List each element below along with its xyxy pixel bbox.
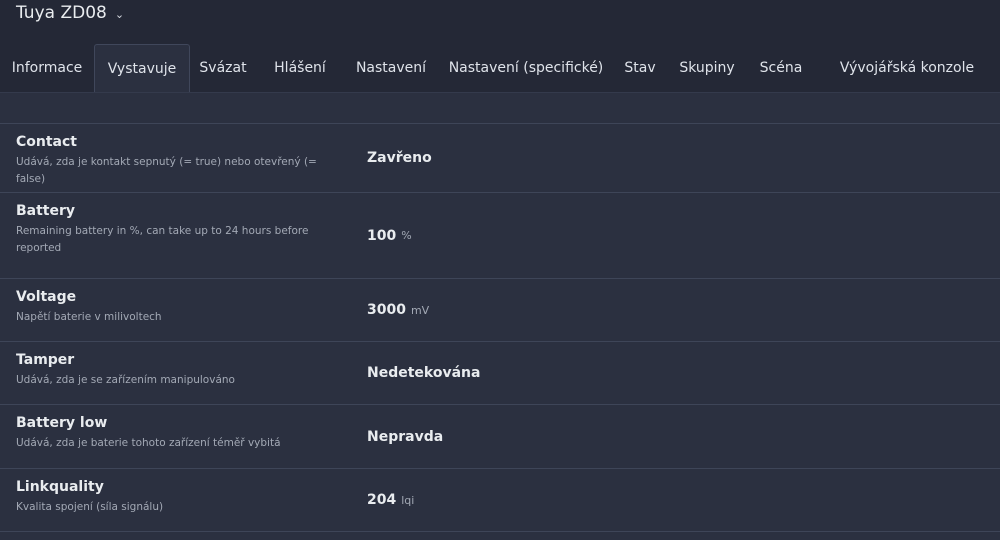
tab-bar: Informace Vystavuje Svázat Hlášení Nasta…: [0, 44, 1000, 93]
expose-name: Linkquality: [16, 479, 104, 495]
tab-vyvojarska-konzole[interactable]: Vývojářská konzole: [814, 44, 1000, 92]
expose-description: Kvalita spojení (síla signálu): [16, 501, 164, 513]
tab-skupiny[interactable]: Skupiny: [666, 44, 748, 92]
expose-value: Nepravda: [352, 405, 443, 468]
expose-row-battery: Battery Remaining battery in %, can take…: [0, 192, 1000, 278]
value-text: 100: [367, 227, 397, 244]
chevron-down-icon: ⌄: [114, 7, 125, 21]
value-text: 204: [367, 492, 397, 508]
value-unit: %: [401, 229, 412, 242]
tab-nastaveni-specificke[interactable]: Nastavení (specifické): [438, 44, 614, 92]
expose-name: Battery low: [16, 415, 108, 431]
top-bar: Tuya ZD08 ⌄: [0, 0, 1000, 44]
expose-name: Voltage: [16, 289, 77, 305]
expose-description: Napětí baterie v milivoltech: [16, 311, 162, 323]
expose-name: Tamper: [16, 352, 75, 368]
value-text: Zavřeno: [367, 150, 432, 166]
expose-row-tamper: Tamper Udává, zda je se zařízením manipu…: [0, 341, 1000, 404]
tab-svazat[interactable]: Svázat: [190, 44, 256, 92]
exposes-table: Contact Udává, zda je kontakt sepnutý (=…: [0, 123, 1000, 532]
value-unit: mV: [410, 303, 430, 317]
expose-row-battery-low: Battery low Udává, zda je baterie tohoto…: [0, 404, 1000, 468]
expose-value: Zavřeno: [352, 124, 432, 192]
expose-row-linkquality: Linkquality Kvalita spojení (síla signál…: [0, 468, 1000, 532]
tab-vystavuje[interactable]: Vystavuje: [94, 44, 190, 92]
expose-row-contact: Contact Udává, zda je kontakt sepnutý (=…: [0, 123, 1000, 192]
expose-description: Udává, zda je kontakt sepnutý (= true) n…: [16, 156, 317, 185]
tab-scena[interactable]: Scéna: [748, 44, 814, 92]
expose-description: Udává, zda je baterie tohoto zařízení té…: [16, 437, 281, 449]
value-unit: lqi: [401, 493, 415, 507]
expose-value: 100 %: [352, 193, 412, 278]
value-text: Nepravda: [367, 428, 444, 445]
value-text: 3000: [367, 302, 406, 318]
device-title: Tuya ZD08: [16, 3, 107, 23]
tab-hlaseni[interactable]: Hlášení: [256, 44, 344, 92]
expose-name: Battery: [16, 203, 76, 219]
value-text: Nedetekována: [367, 365, 481, 381]
device-selector[interactable]: Tuya ZD08 ⌄: [16, 3, 124, 23]
tab-informace[interactable]: Informace: [0, 44, 94, 92]
tab-nastaveni[interactable]: Nastavení: [344, 44, 438, 92]
expose-value: 204 lqi: [352, 469, 414, 531]
expose-description: Remaining battery in %, can take up to 2…: [16, 225, 309, 254]
expose-value: Nedetekována: [352, 342, 480, 404]
expose-description: Udává, zda je se zařízením manipulováno: [16, 374, 235, 386]
expose-value: 3000 mV: [352, 279, 429, 341]
expose-name: Contact: [16, 134, 77, 150]
tab-stav[interactable]: Stav: [614, 44, 666, 92]
expose-row-voltage: Voltage Napětí baterie v milivoltech 300…: [0, 278, 1000, 341]
